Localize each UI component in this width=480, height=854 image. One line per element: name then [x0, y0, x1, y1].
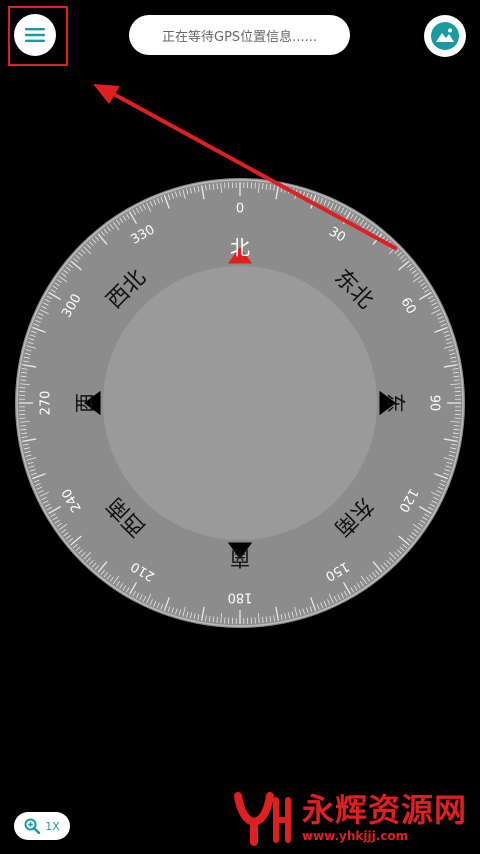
degree-label-0: 0: [236, 202, 244, 217]
degree-label-270: 270: [39, 391, 54, 416]
direction-label-south: 南: [230, 547, 250, 571]
degree-label-180: 180: [228, 590, 253, 605]
direction-label-east: 东: [384, 393, 408, 413]
zoom-level-label: 1X: [45, 819, 60, 833]
compass-dial: 0306090120150180210240270300330 北东北东东南南西…: [15, 178, 465, 628]
direction-label-north: 北: [230, 236, 250, 260]
zoom-in-icon: [24, 818, 41, 834]
compass-face: [103, 266, 377, 540]
zoom-button[interactable]: 1X: [14, 812, 70, 840]
degree-label-90: 90: [427, 395, 442, 412]
direction-label-west: 西: [73, 393, 97, 413]
